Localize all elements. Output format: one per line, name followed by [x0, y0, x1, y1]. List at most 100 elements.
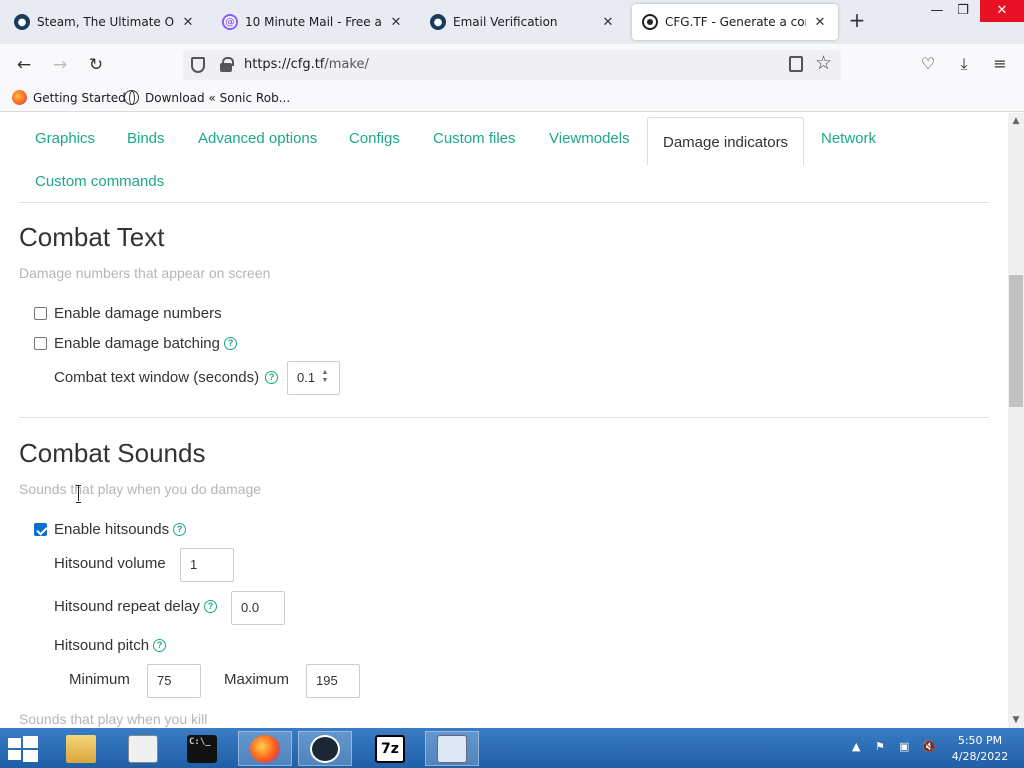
enable-damage-batching-row[interactable]: Enable damage batching ?: [34, 335, 237, 352]
system-clock[interactable]: 5:50 PM 4/28/2022: [946, 733, 1014, 765]
back-arrow-icon[interactable]: ←: [10, 51, 38, 79]
taskbar-document[interactable]: [116, 731, 170, 766]
folder-icon: [66, 734, 96, 763]
scroll-up-arrow-icon[interactable]: ▲: [1008, 113, 1024, 129]
network-error-icon[interactable]: ⚑: [875, 740, 885, 753]
cfg-icon: [642, 14, 658, 30]
help-icon[interactable]: ?: [203, 600, 217, 613]
enable-hitsounds-checkbox[interactable]: [34, 523, 47, 536]
tab-binds[interactable]: Binds: [127, 130, 165, 147]
tab-network[interactable]: Network: [821, 130, 876, 147]
menu-hamburger-icon[interactable]: ≡: [988, 52, 1012, 76]
window-close-icon[interactable]: ✕: [980, 0, 1024, 22]
show-hidden-icons-arrow-icon[interactable]: ▲: [852, 740, 860, 753]
7zip-icon: 7z: [375, 734, 405, 763]
tab-title: Steam, The Ultimate Online Game Platform: [37, 15, 174, 29]
reader-view-icon[interactable]: [789, 56, 803, 72]
bookmark-getting-started[interactable]: Getting Started: [12, 90, 126, 105]
taskbar-resource-monitor[interactable]: [425, 731, 479, 766]
tab-viewmodels[interactable]: Viewmodels: [549, 130, 630, 147]
pitch-maximum-label: Maximum: [224, 671, 290, 688]
new-tab-button[interactable]: +: [846, 10, 868, 32]
forward-arrow-icon[interactable]: →: [46, 51, 74, 79]
enable-damage-numbers-checkbox[interactable]: [34, 307, 47, 320]
windows-start-icon[interactable]: [8, 736, 38, 762]
help-icon[interactable]: ?: [153, 639, 167, 652]
combat-text-heading: Combat Text: [19, 222, 165, 252]
bookmark-download-sonic[interactable]: Download « Sonic Rob...: [124, 90, 290, 105]
combat-text-subtitle: Damage numbers that appear on screen: [19, 265, 271, 281]
tab-configs[interactable]: Configs: [349, 130, 400, 147]
pitch-minimum-input[interactable]: 75: [147, 664, 201, 698]
steam-icon: [310, 734, 340, 763]
pitch-maximum-input[interactable]: 195: [306, 664, 360, 698]
text-cursor-icon: [76, 485, 82, 503]
browser-tab-bar: ● Steam, The Ultimate Online Game Platfo…: [0, 0, 1024, 44]
document-icon: [128, 734, 158, 763]
input-value: 0.1: [297, 370, 316, 385]
hitsound-volume-input[interactable]: 1: [180, 548, 234, 582]
lock-icon[interactable]: [220, 57, 234, 72]
tab-title: Email Verification: [453, 15, 558, 29]
action-center-icon[interactable]: ▣: [899, 740, 909, 753]
tab-custom-files[interactable]: Custom files: [433, 130, 516, 147]
globe-icon: [124, 90, 139, 105]
windows-taskbar: C:\_ 7z ▲ ⚑ ▣ 🔇 5:50 PM 4/28/2022: [0, 728, 1024, 768]
hitsound-repeat-delay-label: Hitsound repeat delay ?: [54, 598, 217, 615]
bookmark-label: Getting Started: [33, 90, 126, 105]
taskbar-7zip[interactable]: 7z: [363, 731, 417, 766]
hitsound-repeat-delay-input[interactable]: 0.0: [231, 591, 285, 625]
close-icon[interactable]: ✕: [600, 15, 616, 30]
browser-tab-cfg-tf[interactable]: CFG.TF - Generate a config ✕: [632, 4, 838, 40]
help-icon[interactable]: ?: [173, 523, 187, 536]
enable-damage-numbers-row[interactable]: Enable damage numbers: [34, 305, 222, 322]
firefox-icon: [12, 90, 27, 105]
firefox-icon: [250, 734, 280, 763]
bookmark-star-icon[interactable]: ☆: [815, 52, 832, 74]
taskbar-file-explorer[interactable]: [54, 731, 108, 766]
tracking-shield-icon[interactable]: [191, 57, 205, 73]
kill-sounds-subtitle: Sounds that play when you kill: [19, 711, 208, 727]
browser-tab-email-verification[interactable]: ● Email Verification ✕: [420, 4, 626, 40]
downloads-icon[interactable]: ⤓: [952, 52, 976, 76]
field-label-text: Hitsound repeat delay: [54, 598, 200, 615]
field-label-text: Hitsound pitch: [54, 637, 150, 654]
taskbar-command-prompt[interactable]: C:\_: [175, 731, 229, 766]
close-icon[interactable]: ✕: [388, 15, 404, 30]
enable-hitsounds-row[interactable]: Enable hitsounds ?: [34, 521, 187, 538]
page-scrollbar[interactable]: ▲ ▼: [1008, 113, 1024, 728]
steam-icon: ●: [430, 14, 446, 30]
address-bar[interactable]: https://cfg.tf/make/ ☆: [183, 50, 841, 80]
tab-custom-commands[interactable]: Custom commands: [35, 173, 164, 190]
taskbar-steam[interactable]: [298, 731, 352, 766]
hitsound-pitch-label: Hitsound pitch ?: [54, 637, 167, 654]
combat-text-window-input[interactable]: 0.1 ▲ ▼: [287, 361, 340, 395]
close-icon[interactable]: ✕: [812, 15, 828, 30]
pocket-icon[interactable]: ♡: [916, 52, 940, 76]
tab-damage-indicators[interactable]: Damage indicators: [647, 117, 805, 165]
tab-graphics[interactable]: Graphics: [35, 130, 95, 147]
combat-sounds-subtitle: Sounds that play when you do damage: [19, 481, 262, 497]
help-icon[interactable]: ?: [265, 371, 279, 384]
checkbox-label: Enable damage numbers: [54, 305, 222, 322]
volume-muted-icon[interactable]: 🔇: [922, 740, 936, 753]
page-content: Graphics Binds Advanced options Configs …: [0, 113, 1008, 728]
help-icon[interactable]: ?: [223, 337, 237, 350]
close-icon[interactable]: ✕: [180, 15, 196, 30]
url-text[interactable]: https://cfg.tf/make/: [244, 57, 369, 72]
taskbar-firefox[interactable]: [238, 731, 292, 766]
checkbox-label: Enable hitsounds: [54, 521, 170, 538]
reload-icon[interactable]: ↻: [82, 51, 110, 79]
tab-advanced-options[interactable]: Advanced options: [198, 130, 317, 147]
scrollbar-thumb[interactable]: [1009, 275, 1023, 407]
restore-icon[interactable]: ❐: [948, 0, 978, 22]
clock-time: 5:50 PM: [957, 734, 1003, 747]
browser-tab-steam[interactable]: ● Steam, The Ultimate Online Game Platfo…: [4, 4, 206, 40]
scroll-down-arrow-icon[interactable]: ▼: [1008, 712, 1024, 728]
monitor-icon: [437, 734, 467, 763]
spinner-arrows-icon[interactable]: ▲ ▼: [320, 369, 330, 387]
browser-tab-10-minute-mail[interactable]: @ 10 Minute Mail - Free anonymous email …: [212, 4, 414, 40]
enable-damage-batching-checkbox[interactable]: [34, 337, 47, 350]
mail-icon: @: [222, 14, 238, 30]
hitsound-volume-label: Hitsound volume: [54, 555, 166, 572]
